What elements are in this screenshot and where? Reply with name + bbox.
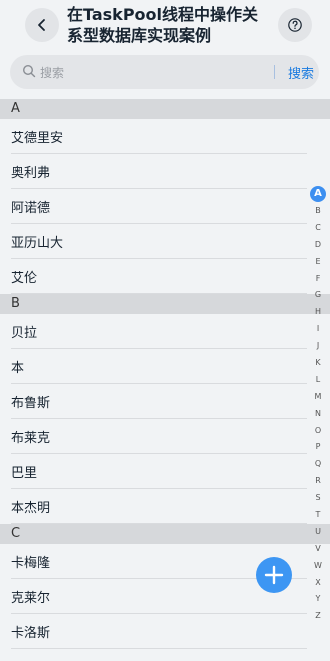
- alphabet-letter-r[interactable]: R: [308, 473, 328, 490]
- contact-name: 卡洛斯: [11, 626, 51, 641]
- contact-name: 本: [11, 361, 25, 376]
- alphabet-letter-t[interactable]: T: [308, 507, 328, 524]
- group-header-a: A: [0, 99, 330, 119]
- alphabet-letter-h[interactable]: H: [308, 304, 328, 321]
- search-button[interactable]: 搜索: [288, 63, 314, 82]
- contact-name: 亚历山大: [11, 236, 64, 251]
- help-button[interactable]: [278, 8, 312, 42]
- list-item[interactable]: 卡洛斯: [0, 614, 330, 649]
- alphabet-letter-x[interactable]: X: [308, 575, 328, 592]
- alphabet-letter-k[interactable]: K: [308, 355, 328, 372]
- alphabet-letter-d[interactable]: D: [308, 237, 328, 254]
- list-item[interactable]: 贝拉: [0, 314, 330, 349]
- chevron-left-icon: [38, 19, 45, 31]
- alphabet-letter-i[interactable]: I: [308, 321, 328, 338]
- search-icon: [22, 64, 36, 78]
- add-button[interactable]: [256, 557, 292, 593]
- question-circle-icon: [288, 18, 302, 32]
- alphabet-letter-e[interactable]: E: [308, 254, 328, 271]
- alphabet-letter-y[interactable]: Y: [308, 591, 328, 608]
- alphabet-letter-w[interactable]: W: [308, 558, 328, 575]
- contact-name: 艾伦: [11, 271, 38, 286]
- alphabet-letter-j[interactable]: J: [308, 338, 328, 355]
- alphabet-letter-p[interactable]: P: [308, 439, 328, 456]
- divider: [11, 648, 307, 649]
- contact-name: 阿诺德: [11, 201, 51, 216]
- alphabet-letter-a[interactable]: A: [310, 186, 326, 202]
- alphabet-letter-q[interactable]: Q: [308, 456, 328, 473]
- contact-name: 巴里: [11, 466, 38, 481]
- contact-name: 克莱尔: [11, 591, 51, 606]
- alphabet-letter-c[interactable]: C: [308, 220, 328, 237]
- alphabet-letter-l[interactable]: L: [308, 372, 328, 389]
- search-bar: 搜索 搜索: [10, 55, 319, 89]
- alphabet-letter-n[interactable]: N: [308, 406, 328, 423]
- list-item[interactable]: 布莱克: [0, 419, 330, 454]
- back-button[interactable]: [25, 8, 59, 42]
- alphabet-letter-g[interactable]: G: [308, 287, 328, 304]
- group-header-c: C: [0, 524, 330, 544]
- list-item[interactable]: 本: [0, 349, 330, 384]
- list-item[interactable]: 本杰明: [0, 489, 330, 524]
- list-item[interactable]: 巴里: [0, 454, 330, 489]
- group-header-b: B: [0, 294, 330, 314]
- list-item[interactable]: 阿诺德: [0, 189, 330, 224]
- search-input[interactable]: 搜索: [40, 64, 64, 81]
- list-item[interactable]: 艾德里安: [0, 119, 330, 154]
- contact-name: 卡梅隆: [11, 556, 51, 571]
- alphabet-letter-o[interactable]: O: [308, 423, 328, 440]
- contact-name: 本杰明: [11, 501, 51, 516]
- alphabet-letter-s[interactable]: S: [308, 490, 328, 507]
- list-item[interactable]: 艾伦: [0, 259, 330, 294]
- contact-name: 奥利弗: [11, 166, 51, 181]
- alphabet-letter-z[interactable]: Z: [308, 608, 328, 625]
- list-item[interactable]: 奥利弗: [0, 154, 330, 189]
- alphabet-letter-f[interactable]: F: [308, 271, 328, 288]
- contact-name: 艾德里安: [11, 131, 64, 146]
- alphabet-letter-v[interactable]: V: [308, 541, 328, 558]
- alphabet-index[interactable]: ABCDEFGHIJKLMNOPQRSTUVWXYZ: [308, 186, 328, 625]
- list-item[interactable]: 布鲁斯: [0, 384, 330, 419]
- contact-name: 布鲁斯: [11, 396, 51, 411]
- list-item[interactable]: 亚历山大: [0, 224, 330, 259]
- plus-icon: [264, 565, 284, 585]
- contact-name: 布莱克: [11, 431, 51, 446]
- alphabet-letter-u[interactable]: U: [308, 524, 328, 541]
- page-title: 在TaskPool线程中操作关系型数据库实现案例: [67, 5, 259, 45]
- alphabet-letter-b[interactable]: B: [308, 203, 328, 220]
- contact-name: 贝拉: [11, 326, 38, 341]
- alphabet-letter-m[interactable]: M: [308, 389, 328, 406]
- app-header: 在TaskPool线程中操作关系型数据库实现案例: [0, 0, 330, 50]
- search-divider: [274, 65, 275, 79]
